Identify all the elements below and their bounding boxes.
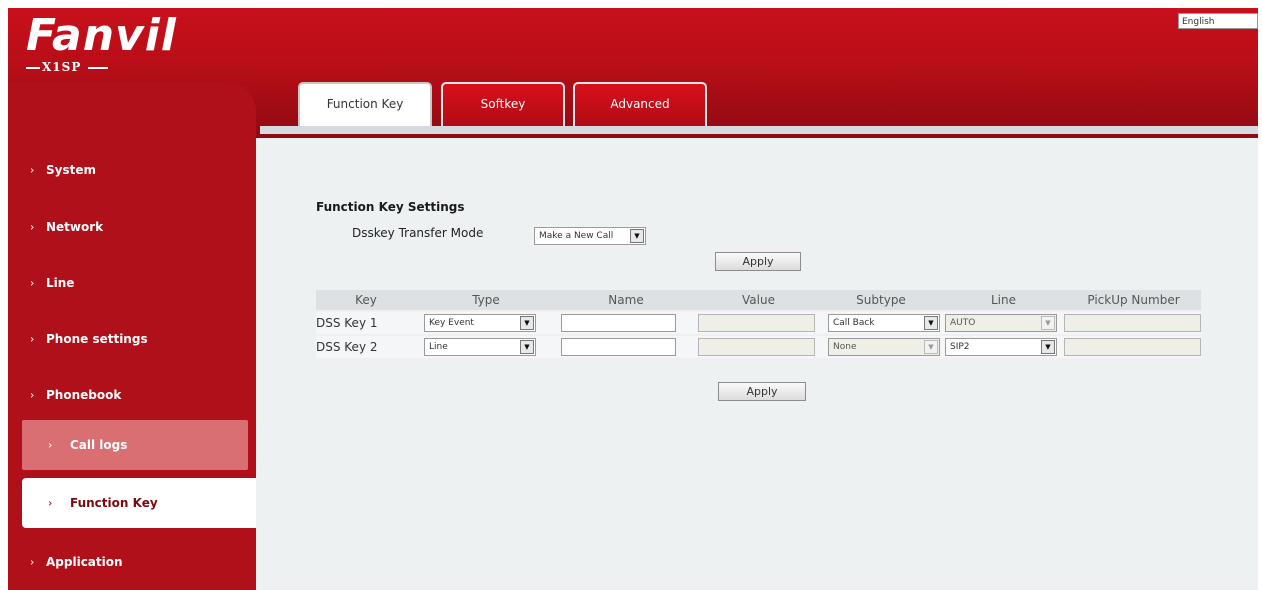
table-header: Key Type Name Value Subtype Line PickUp … bbox=[316, 290, 1201, 310]
content-top-strip bbox=[260, 126, 1258, 134]
transfer-mode-select[interactable]: Make a New Call ▼ bbox=[534, 227, 646, 245]
section-title: Function Key Settings bbox=[316, 200, 465, 214]
table-row: DSS Key 1 Key Event ▼ Call Back ▼ AUTO ▼ bbox=[316, 312, 1201, 334]
app-window: Fanvil X1SP English Function Key Softkey… bbox=[8, 8, 1258, 590]
apply-button-bottom[interactable]: Apply bbox=[718, 382, 806, 401]
chevron-right-icon: › bbox=[48, 438, 53, 452]
pickup-number-input[interactable] bbox=[1064, 338, 1201, 356]
column-header-name: Name bbox=[608, 293, 644, 307]
type-value: Key Event bbox=[429, 318, 474, 328]
table-row: DSS Key 2 Line ▼ None ▼ SIP2 ▼ bbox=[316, 336, 1201, 358]
model-label: X1SP bbox=[42, 60, 82, 74]
language-select[interactable]: English bbox=[1178, 13, 1258, 29]
sidebar: › System › Network › Line › Phone settin… bbox=[8, 82, 256, 590]
type-select[interactable]: Key Event ▼ bbox=[424, 314, 536, 332]
sidebar-item-function-key[interactable]: › Function Key bbox=[22, 478, 256, 528]
sidebar-item-network[interactable]: › Network bbox=[8, 202, 256, 252]
column-header-line: Line bbox=[990, 293, 1016, 307]
value-input[interactable] bbox=[698, 314, 815, 332]
chevron-down-icon: ▼ bbox=[630, 229, 644, 243]
column-header-subtype: Subtype bbox=[856, 293, 906, 307]
chevron-right-icon: › bbox=[30, 555, 35, 569]
fanvil-logo: Fanvil X1SP bbox=[20, 10, 176, 78]
chevron-right-icon: › bbox=[30, 276, 35, 290]
chevron-down-icon: ▼ bbox=[520, 340, 534, 354]
line-select[interactable]: SIP2 ▼ bbox=[945, 338, 1057, 356]
subtype-select[interactable]: Call Back ▼ bbox=[828, 314, 940, 332]
sidebar-item-call-logs[interactable]: › Call logs bbox=[22, 420, 248, 470]
pickup-number-input[interactable] bbox=[1064, 314, 1201, 332]
column-header-pickup-number: PickUp Number bbox=[1087, 293, 1180, 307]
chevron-down-icon: ▼ bbox=[520, 316, 534, 330]
chevron-down-icon: ▼ bbox=[1041, 340, 1055, 354]
sidebar-item-line[interactable]: › Line bbox=[8, 258, 256, 308]
chevron-right-icon: › bbox=[30, 220, 35, 234]
sidebar-item-label: Application bbox=[46, 555, 123, 569]
tab-advanced[interactable]: Advanced bbox=[573, 82, 707, 126]
chevron-down-icon: ▼ bbox=[1041, 316, 1055, 330]
key-label: DSS Key 1 bbox=[316, 316, 378, 330]
sidebar-item-label: Line bbox=[46, 276, 75, 290]
chevron-right-icon: › bbox=[30, 163, 35, 177]
logo-divider-right bbox=[88, 67, 108, 69]
sidebar-item-label: Phonebook bbox=[46, 388, 122, 402]
tab-softkey[interactable]: Softkey bbox=[441, 82, 565, 126]
subtype-value: None bbox=[833, 342, 857, 352]
sidebar-item-label: Network bbox=[46, 220, 104, 234]
type-value: Line bbox=[429, 342, 448, 352]
name-input[interactable] bbox=[561, 338, 676, 356]
sidebar-item-label: Call logs bbox=[70, 438, 128, 452]
value-input[interactable] bbox=[698, 338, 815, 356]
line-select[interactable]: AUTO ▼ bbox=[945, 314, 1057, 332]
subtype-select[interactable]: None ▼ bbox=[828, 338, 940, 356]
chevron-right-icon: › bbox=[30, 332, 35, 346]
main-content: Function Key Settings Dsskey Transfer Mo… bbox=[260, 134, 1258, 590]
line-value: SIP2 bbox=[950, 342, 970, 352]
chevron-right-icon: › bbox=[48, 496, 53, 510]
subtype-value: Call Back bbox=[833, 318, 875, 328]
transfer-mode-label: Dsskey Transfer Mode bbox=[352, 226, 484, 240]
sidebar-item-label: System bbox=[46, 163, 96, 177]
column-header-type: Type bbox=[472, 293, 500, 307]
chevron-down-icon: ▼ bbox=[924, 340, 938, 354]
chevron-right-icon: › bbox=[30, 388, 35, 402]
sidebar-item-phone-settings[interactable]: › Phone settings bbox=[8, 314, 256, 364]
transfer-mode-value: Make a New Call bbox=[539, 231, 614, 241]
line-value: AUTO bbox=[950, 318, 976, 328]
sidebar-item-system[interactable]: › System bbox=[8, 145, 256, 195]
logo-text: Fanvil bbox=[26, 10, 177, 61]
apply-button-top[interactable]: Apply bbox=[715, 252, 801, 271]
logo-divider-left bbox=[26, 67, 40, 69]
column-header-value: Value bbox=[742, 293, 775, 307]
column-header-key: Key bbox=[355, 293, 377, 307]
sidebar-item-label: Function Key bbox=[70, 496, 158, 510]
name-input[interactable] bbox=[561, 314, 676, 332]
sidebar-item-application[interactable]: › Application bbox=[8, 537, 256, 587]
tab-function-key[interactable]: Function Key bbox=[298, 82, 432, 126]
type-select[interactable]: Line ▼ bbox=[424, 338, 536, 356]
sidebar-item-phonebook[interactable]: › Phonebook bbox=[8, 370, 256, 420]
chevron-down-icon: ▼ bbox=[924, 316, 938, 330]
key-label: DSS Key 2 bbox=[316, 340, 378, 354]
sidebar-item-label: Phone settings bbox=[46, 332, 148, 346]
